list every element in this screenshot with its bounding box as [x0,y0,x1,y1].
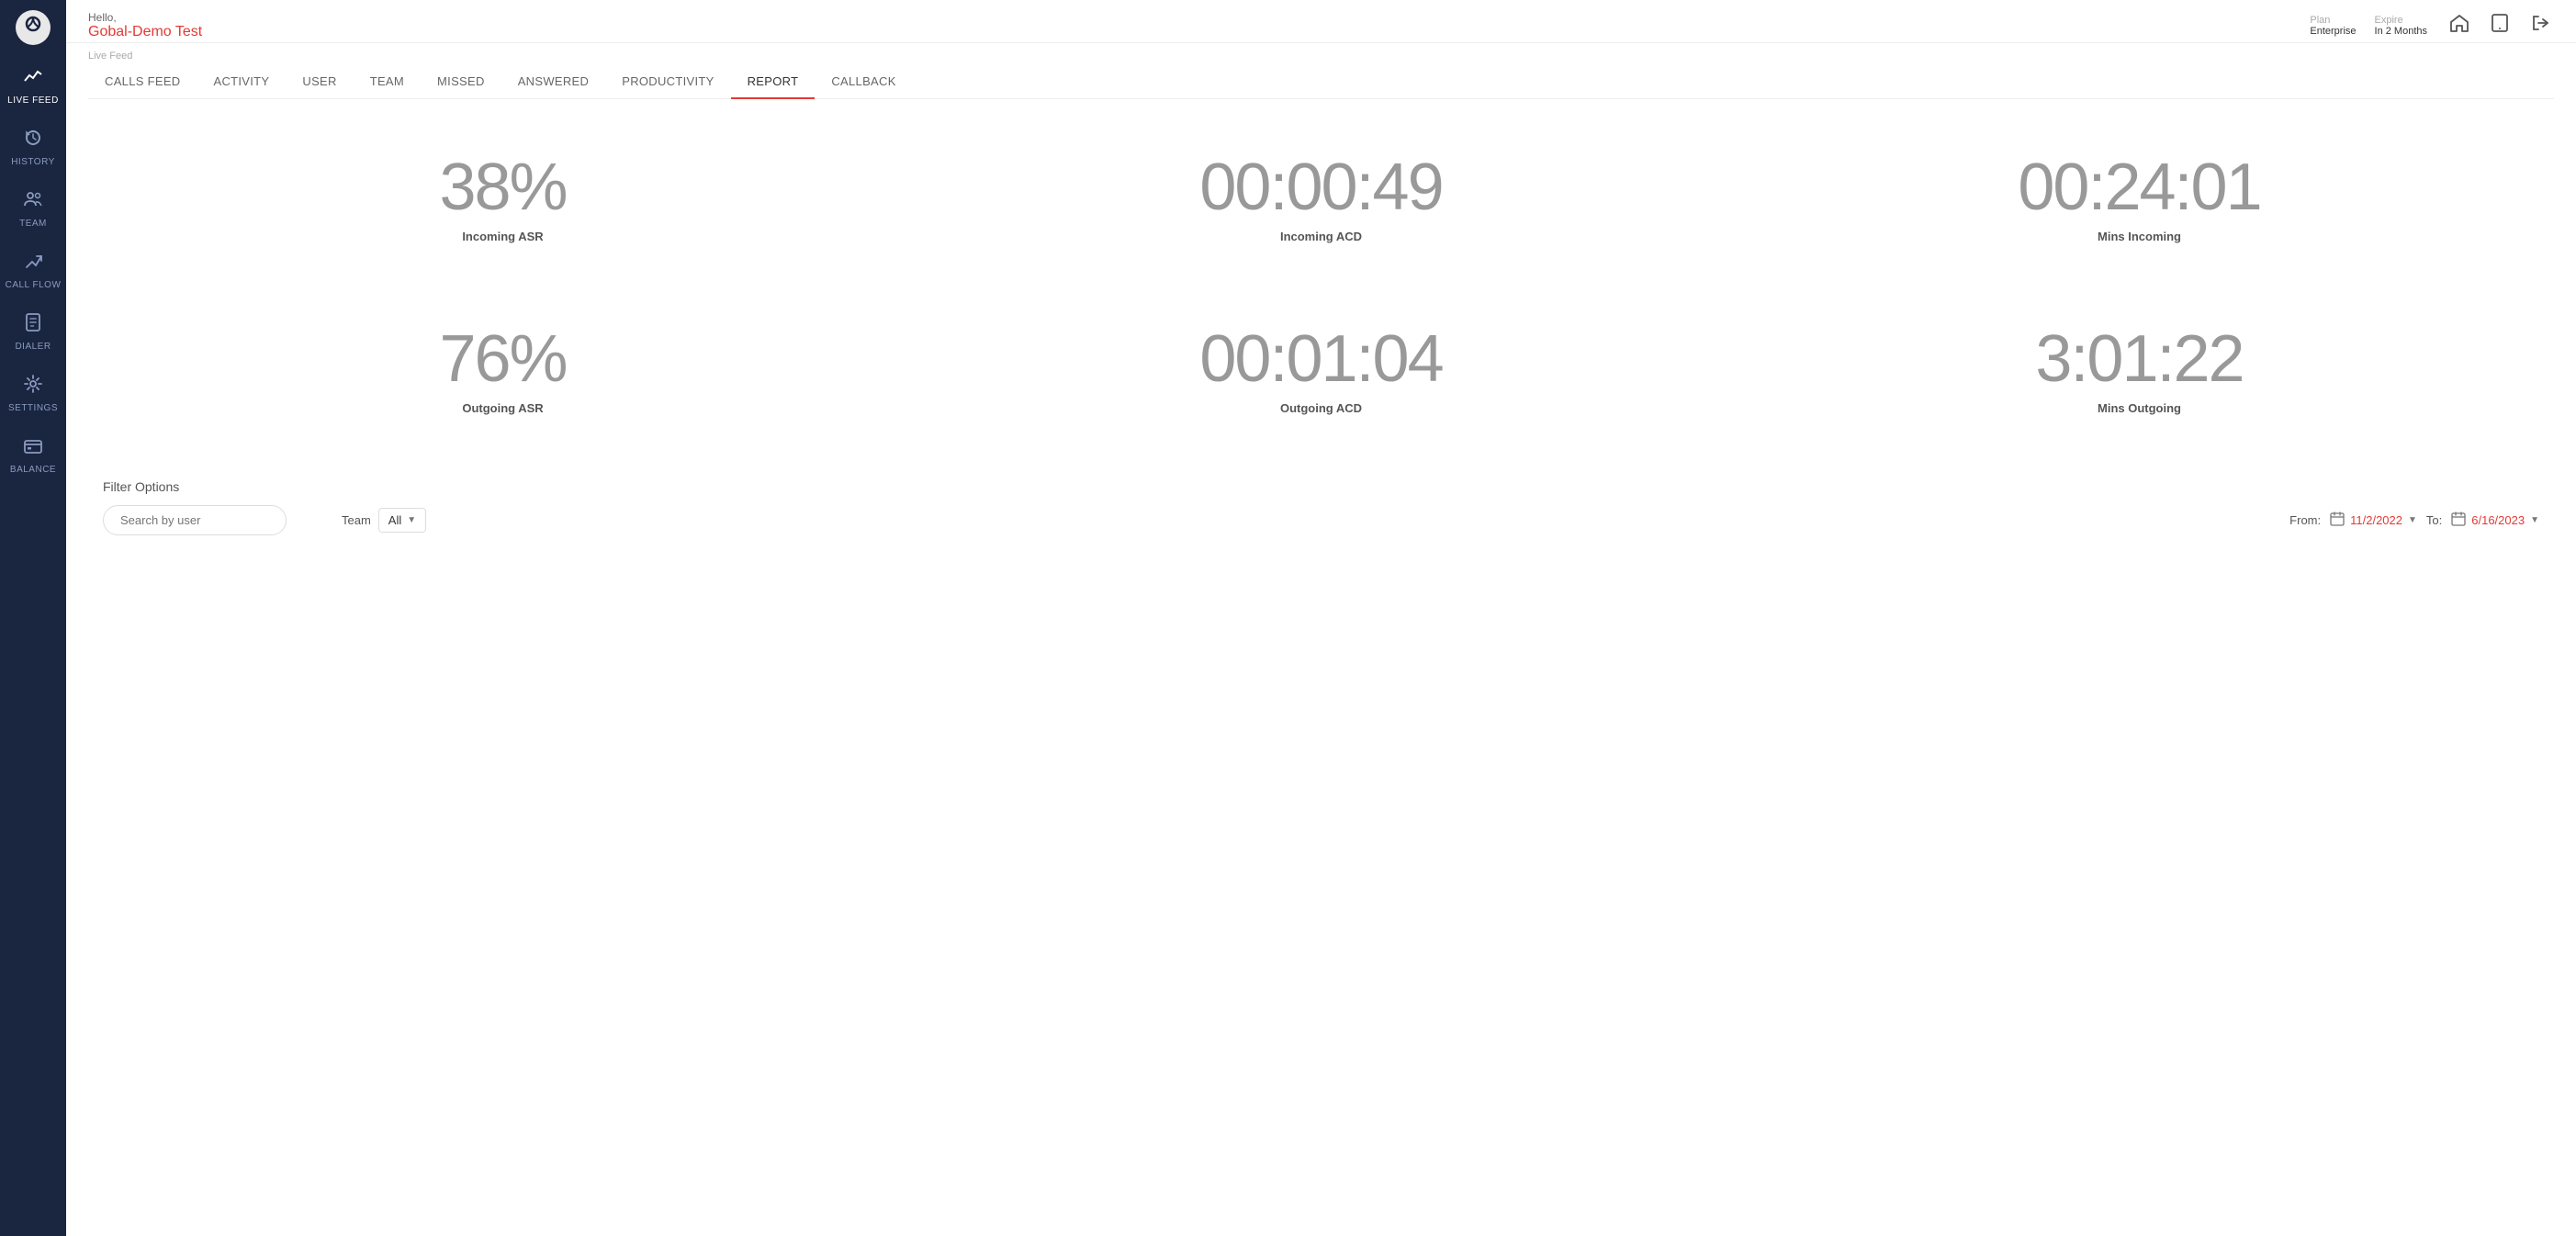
tablet-button[interactable] [2486,9,2514,42]
logout-button[interactable] [2526,9,2554,42]
sidebar-item-label-history: HISTORY [11,157,55,167]
outgoing-acd-label: Outgoing ACD [1280,401,1362,415]
team-icon [23,189,43,215]
nav-section: Live Feed CALLS FEED ACTIVITY USER TEAM … [66,43,2576,99]
date-separator: To: [2426,513,2442,527]
header-icons [2446,9,2554,42]
mins-outgoing-value: 3:01:22 [2035,326,2243,392]
content-area: 38% Incoming ASR 00:00:49 Incoming ACD 0… [66,99,2576,1236]
main-content: Hello, Gobal-Demo Test Plan Enterprise E… [66,0,2576,1236]
mins-incoming-value: 00:24:01 [2018,154,2260,220]
outgoing-asr-value: 76% [439,326,566,392]
sidebar-item-dialer[interactable]: DIALER [0,301,66,363]
mins-incoming-label: Mins Incoming [2098,230,2181,243]
stat-incoming-asr: 38% Incoming ASR [103,127,903,271]
tab-user[interactable]: USER [286,65,353,99]
tab-answered[interactable]: ANSWERED [501,65,606,99]
calendar-to-icon [2451,511,2466,529]
incoming-acd-value: 00:00:49 [1199,154,1442,220]
to-date-arrow-icon: ▼ [2530,515,2539,525]
sidebar-item-balance[interactable]: BALANCE [0,424,66,486]
plan-label: Plan [2310,15,2356,26]
plan-block: Plan Enterprise [2310,15,2356,37]
tab-productivity[interactable]: PRODUCTIVITY [605,65,730,99]
sidebar-item-label-call-flow: CALL FLOW [6,280,62,290]
call-flow-icon [23,251,43,276]
chevron-down-icon: ▼ [407,515,416,525]
from-date-arrow-icon: ▼ [2408,515,2417,525]
sidebar: LIVE FEED HISTORY TEAM [0,0,66,1236]
sidebar-item-label-dialer: DIALER [15,342,51,352]
from-date-value: 11/2/2022 [2350,513,2402,527]
settings-icon [23,374,43,399]
tab-calls-feed[interactable]: CALLS FEED [88,65,197,99]
live-feed-icon [23,66,43,92]
search-input[interactable] [103,505,287,535]
sidebar-item-team[interactable]: TEAM [0,178,66,240]
tab-team[interactable]: TEAM [354,65,421,99]
sidebar-item-label-balance: BALANCE [10,465,56,475]
tabs: CALLS FEED ACTIVITY USER TEAM MISSED ANS… [88,65,2554,99]
balance-icon [23,435,43,461]
stat-mins-outgoing: 3:01:22 Mins Outgoing [1739,298,2539,443]
sidebar-logo [0,0,66,55]
to-date-value: 6/16/2023 [2471,513,2525,527]
incoming-asr-label: Incoming ASR [462,230,543,243]
to-date-input[interactable]: 6/16/2023 ▼ [2451,511,2539,529]
dialer-icon [23,312,43,338]
history-icon [23,128,43,153]
logo-icon [16,10,51,45]
sidebar-item-settings[interactable]: SETTINGS [0,363,66,424]
header-name: Gobal-Demo Test [88,24,202,40]
stat-outgoing-acd: 00:01:04 Outgoing ACD [921,298,1721,443]
live-feed-label: Live Feed [88,43,2554,65]
plan-info: Plan Enterprise Expire In 2 Months [2310,15,2427,37]
team-filter-label: Team [342,513,371,527]
stat-mins-incoming: 00:24:01 Mins Incoming [1739,127,2539,271]
filter-row: Team All ▼ From: [103,505,2539,535]
sidebar-item-label-live-feed: LIVE FEED [7,96,59,106]
header: Hello, Gobal-Demo Test Plan Enterprise E… [66,0,2576,43]
header-right: Plan Enterprise Expire In 2 Months [2310,9,2554,42]
stats-grid: 38% Incoming ASR 00:00:49 Incoming ACD 0… [103,127,2539,443]
sidebar-item-call-flow[interactable]: CALL FLOW [0,240,66,301]
header-hello: Hello, [88,11,202,24]
expire-value: In 2 Months [2375,26,2427,37]
team-select: Team All ▼ [342,508,426,533]
tab-activity[interactable]: ACTIVITY [197,65,286,99]
team-dropdown-value: All [388,513,401,527]
home-button[interactable] [2446,9,2473,42]
stat-outgoing-asr: 76% Outgoing ASR [103,298,903,443]
header-left: Hello, Gobal-Demo Test [88,11,202,40]
stat-incoming-acd: 00:00:49 Incoming ACD [921,127,1721,271]
expire-block: Expire In 2 Months [2375,15,2427,37]
team-dropdown[interactable]: All ▼ [378,508,426,533]
tab-missed[interactable]: MISSED [421,65,501,99]
outgoing-asr-label: Outgoing ASR [462,401,543,415]
from-label: From: [2289,513,2321,527]
tab-callback[interactable]: CALLBACK [815,65,912,99]
incoming-asr-value: 38% [439,154,566,220]
sidebar-item-label-team: TEAM [19,219,47,229]
sidebar-item-label-settings: SETTINGS [8,403,58,413]
sidebar-item-history[interactable]: HISTORY [0,117,66,178]
tab-report[interactable]: REPORT [731,65,816,99]
filter-section: Filter Options Team All ▼ From: [103,479,2539,535]
filter-title: Filter Options [103,479,2539,494]
outgoing-acd-value: 00:01:04 [1199,326,1442,392]
from-date-input[interactable]: 11/2/2022 ▼ [2330,511,2417,529]
sidebar-item-live-feed[interactable]: LIVE FEED [0,55,66,117]
expire-label: Expire [2375,15,2427,26]
mins-outgoing-label: Mins Outgoing [2098,401,2181,415]
incoming-acd-label: Incoming ACD [1280,230,1362,243]
calendar-from-icon [2330,511,2345,529]
date-filter: From: 11/2/2022 ▼ To: [2289,511,2539,529]
plan-value: Enterprise [2310,26,2356,37]
